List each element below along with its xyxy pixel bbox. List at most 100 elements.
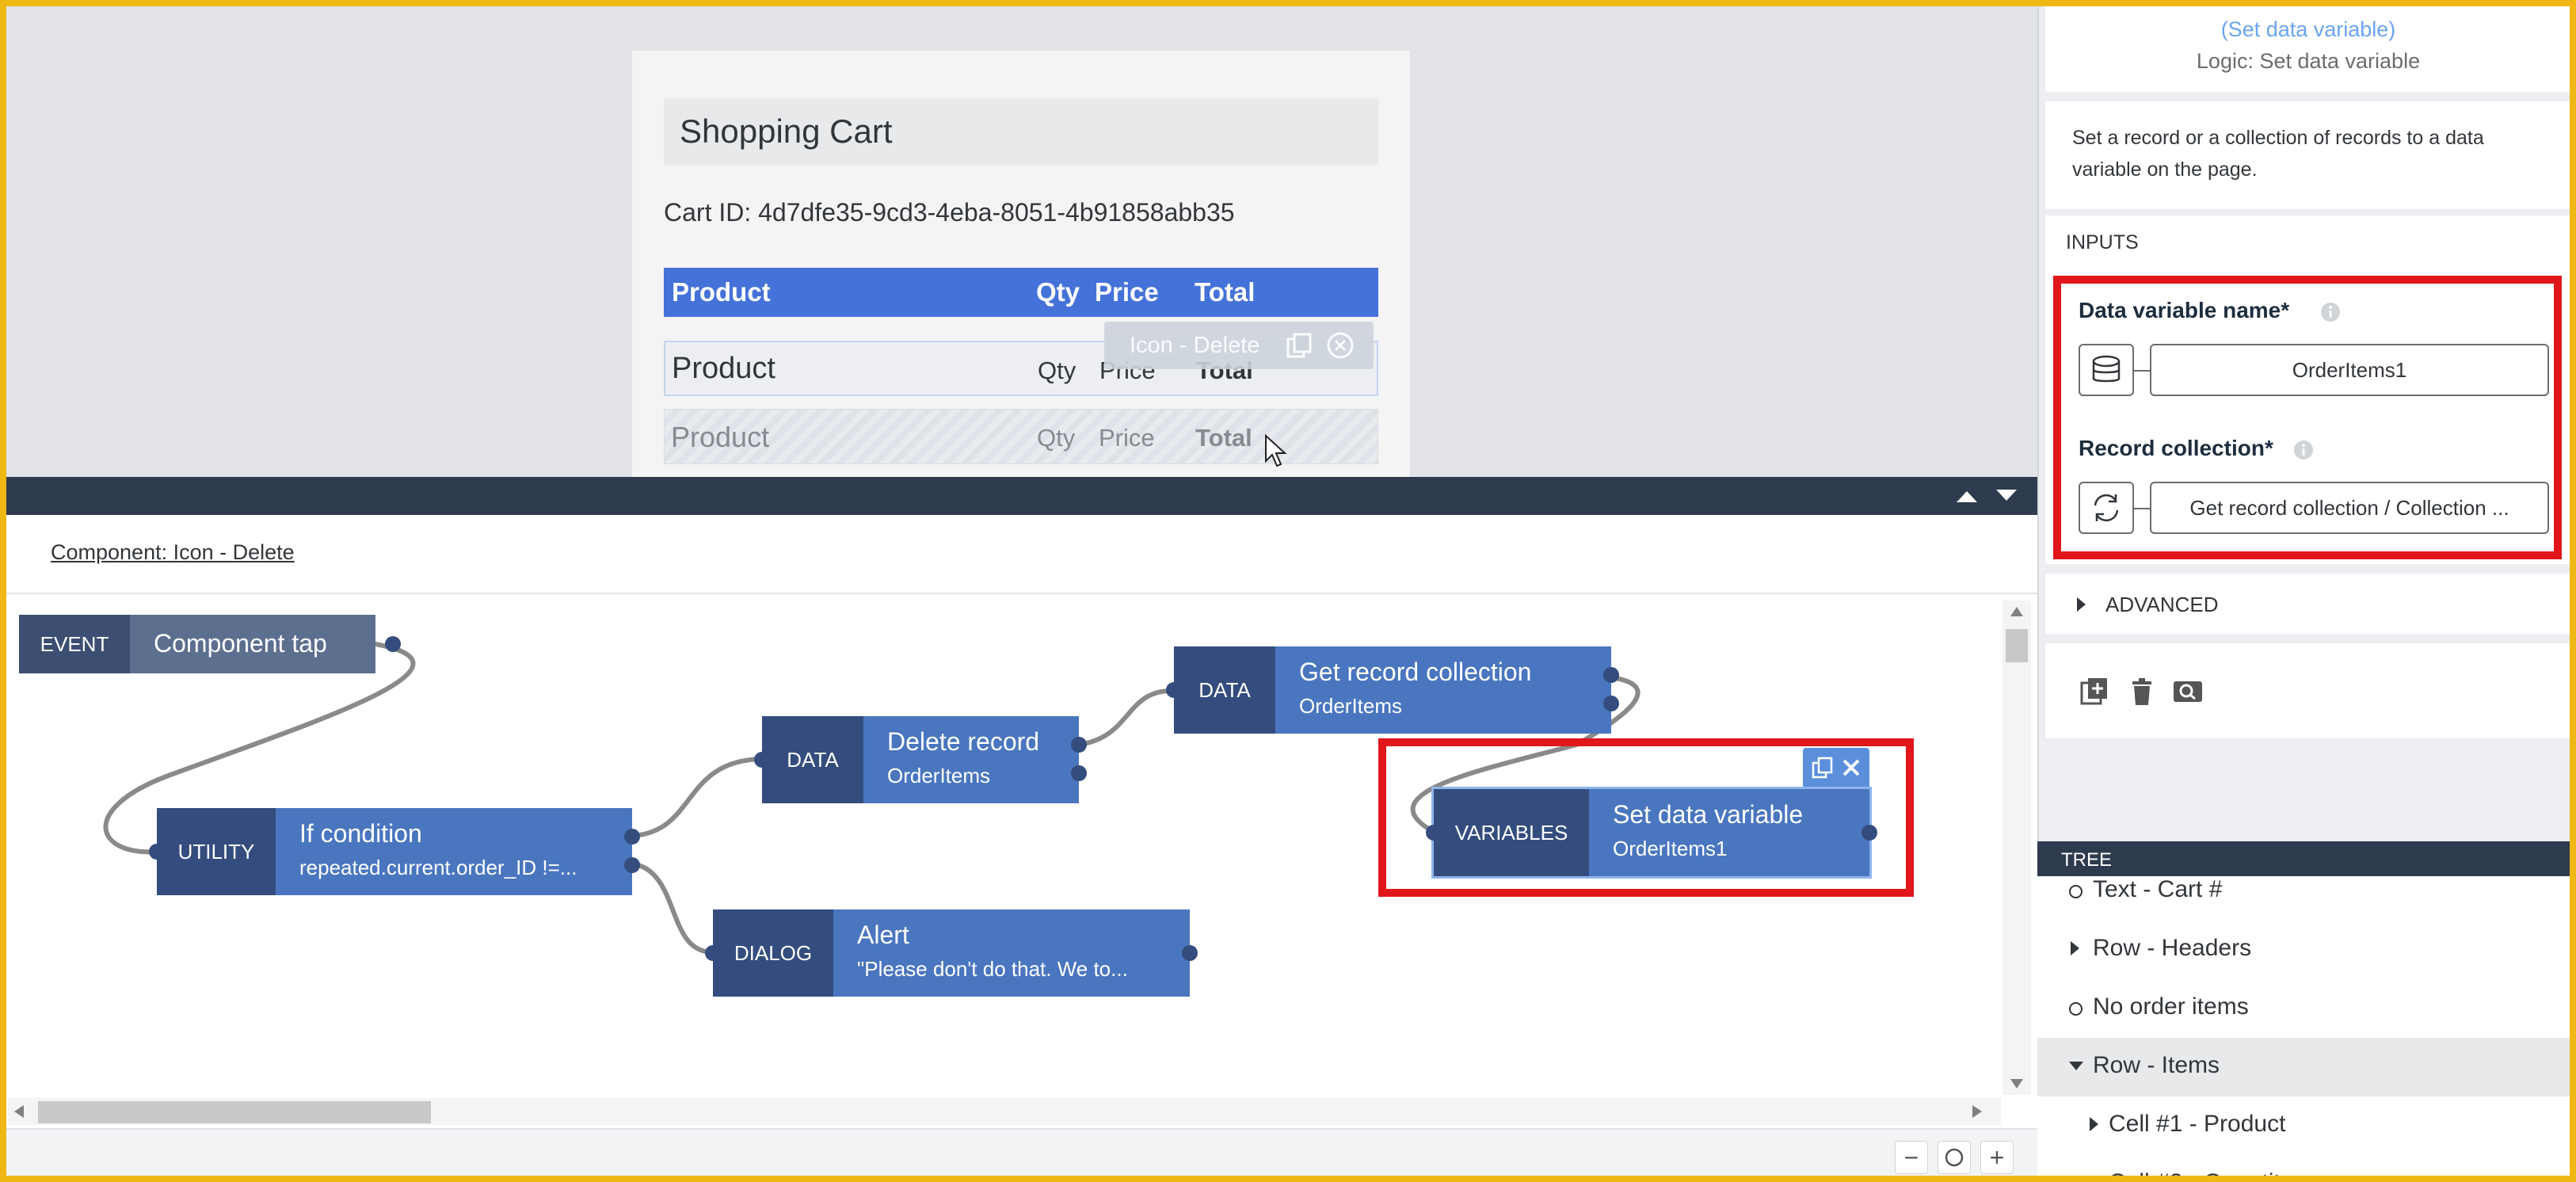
ghost-price: Price — [1099, 424, 1155, 452]
cart-id-text[interactable]: Cart ID: 4d7dfe35-9cd3-4eba-8051-4b91858… — [664, 198, 1235, 227]
output-port-error[interactable] — [1603, 696, 1619, 711]
advanced-label: ADVANCED — [2105, 593, 2219, 616]
expand-arrow-icon[interactable] — [2071, 941, 2079, 955]
inspect-icon[interactable] — [2172, 675, 2204, 707]
tree-item-row-items[interactable]: Row - Items — [2037, 1038, 2576, 1096]
utility-node-tag: UTILITY — [157, 808, 276, 895]
horizontal-scrollbar[interactable] — [8, 1098, 2001, 1125]
delete-record-sub: OrderItems — [887, 764, 991, 787]
event-node-tag: EVENT — [19, 615, 130, 673]
data-node-tag: DATA — [762, 716, 863, 803]
dialog-node-alert[interactable]: DIALOG Alert "Please don't do that. We t… — [705, 909, 1198, 997]
expand-arrow-icon[interactable] — [2090, 1117, 2098, 1131]
input-port[interactable] — [1166, 682, 1182, 698]
event-node-component-tap[interactable]: EVENT Component tap — [19, 615, 401, 673]
tree-item-row-headers[interactable]: Row - Headers — [2037, 921, 2576, 979]
mouse-cursor-icon — [1265, 434, 1287, 467]
input-port[interactable] — [705, 945, 721, 961]
expand-arrow-icon[interactable] — [2090, 1176, 2098, 1182]
get-record-collection-title: Get record collection — [1299, 658, 1532, 686]
input-port[interactable] — [754, 752, 770, 768]
actions-card — [2045, 643, 2571, 738]
advanced-section[interactable]: ADVANCED — [2045, 574, 2571, 634]
utility-node-body: If condition repeated.current.order_ID !… — [276, 808, 632, 895]
expand-up-icon[interactable] — [1955, 488, 1979, 504]
table-header-row[interactable]: Product Qty Price Total — [664, 268, 1378, 317]
trash-icon[interactable] — [2126, 675, 2158, 707]
tree-item-label: Cell #1 - Product — [2109, 1111, 2286, 1137]
output-port-success[interactable] — [1603, 667, 1619, 683]
highlight-box — [2053, 276, 2562, 559]
page-title-container[interactable]: Shopping Cart — [664, 98, 1378, 165]
dialog-node-body: Alert "Please don't do that. We to... — [833, 909, 1190, 997]
connector-delete-get — [1077, 688, 1176, 747]
scroll-up-arrow-icon[interactable] — [2010, 607, 2023, 616]
logic-editor[interactable]: Component: Icon - Delete EVENT Component… — [0, 515, 2037, 1182]
properties-title[interactable]: (Set data variable) — [2045, 17, 2571, 42]
tree-item-text-cart[interactable]: Text - Cart # — [2037, 876, 2576, 921]
leaf-circle-icon — [2069, 1002, 2083, 1016]
data-node-delete-record[interactable]: DATA Delete record OrderItems — [754, 716, 1087, 803]
tree-header: TREE — [2037, 841, 2576, 876]
leaf-circle-icon — [2069, 885, 2083, 898]
output-port[interactable] — [1182, 945, 1198, 961]
horizontal-scroll-thumb[interactable] — [38, 1101, 431, 1123]
data-node-get-record-collection[interactable]: DATA Get record collection OrderItems — [1166, 646, 1619, 734]
zoom-in-button[interactable]: + — [1980, 1141, 2014, 1174]
utility-node-if-condition[interactable]: UTILITY If condition repeated.current.or… — [149, 808, 640, 895]
ghost-total: Total — [1195, 424, 1252, 452]
header-qty: Qty — [1036, 277, 1080, 307]
if-condition-title: If condition — [299, 819, 422, 848]
data-node-body: Delete record OrderItems — [863, 716, 1079, 803]
if-condition-sub: repeated.current.order_ID !=... — [299, 856, 577, 879]
tree-item-label: Text - Cart # — [2093, 876, 2223, 902]
zoom-out-button[interactable]: − — [1895, 1141, 1928, 1174]
page-title: Shopping Cart — [680, 112, 893, 150]
zoom-reset-button[interactable] — [1938, 1141, 1971, 1174]
tree-item-no-order-items[interactable]: No order items — [2037, 979, 2576, 1038]
app-page-card: Shopping Cart Cart ID: 4d7dfe35-9cd3-4eb… — [632, 51, 1410, 477]
component-tree: Text - Cart # Row - Headers No order ite… — [2037, 876, 2576, 1182]
output-port-success[interactable] — [1071, 737, 1087, 753]
output-port[interactable] — [385, 636, 401, 652]
alert-sub: "Please don't do that. We to... — [857, 957, 1128, 981]
collapse-down-icon[interactable] — [1995, 488, 2018, 504]
event-node-title: Component tap — [154, 629, 327, 658]
scroll-left-arrow-icon[interactable] — [14, 1105, 24, 1118]
connector-if-alert — [630, 861, 715, 955]
vertical-scrollbar[interactable] — [2002, 601, 2031, 1095]
properties-description-card: Set a record or a collection of records … — [2045, 101, 2571, 209]
inputs-label: INPUTS — [2066, 231, 2139, 254]
duplicate-icon[interactable] — [1285, 331, 1313, 360]
app-preview-canvas[interactable]: Shopping Cart Cart ID: 4d7dfe35-9cd3-4eb… — [0, 0, 2037, 477]
output-port-error[interactable] — [1071, 765, 1087, 781]
vertical-scroll-thumb[interactable] — [2006, 629, 2028, 662]
dialog-node-tag: DIALOG — [713, 909, 833, 997]
alert-title: Alert — [857, 921, 909, 949]
tree-item-cell-quantity[interactable]: Cell #2 - Quantity — [2037, 1155, 2576, 1182]
properties-header: (Set data variable) Logic: Set data vari… — [2045, 6, 2571, 92]
properties-description: Set a record or a collection of records … — [2072, 127, 2484, 181]
collapse-arrow-icon[interactable] — [2069, 1062, 2083, 1070]
tree-item-label: Cell #2 - Quantity — [2109, 1169, 2292, 1182]
header-price: Price — [1095, 277, 1159, 307]
header-product: Product — [672, 277, 771, 307]
tree-item-label: No order items — [2093, 993, 2249, 1020]
scroll-right-arrow-icon[interactable] — [1972, 1105, 1982, 1118]
scroll-down-arrow-icon[interactable] — [2010, 1079, 2023, 1089]
panel-splitter[interactable] — [0, 477, 2037, 515]
close-circle-icon[interactable] — [1326, 331, 1355, 360]
highlight-box — [1378, 738, 1914, 897]
delete-record-title: Delete record — [887, 727, 1040, 756]
output-port-true[interactable] — [624, 829, 640, 845]
connector-if-delete — [630, 757, 764, 838]
drag-tag-label: Icon - Delete — [1130, 333, 1260, 358]
add-duplicate-icon[interactable] — [2079, 675, 2110, 707]
output-port-false[interactable] — [624, 857, 640, 873]
zoom-toolbar: − + — [0, 1128, 2037, 1182]
input-port[interactable] — [149, 844, 165, 860]
ghost-product: Product — [671, 421, 770, 453]
tree-item-cell-product[interactable]: Cell #1 - Product — [2037, 1096, 2576, 1155]
item-qty: Qty — [1038, 357, 1077, 384]
get-record-collection-sub: OrderItems — [1299, 694, 1403, 718]
